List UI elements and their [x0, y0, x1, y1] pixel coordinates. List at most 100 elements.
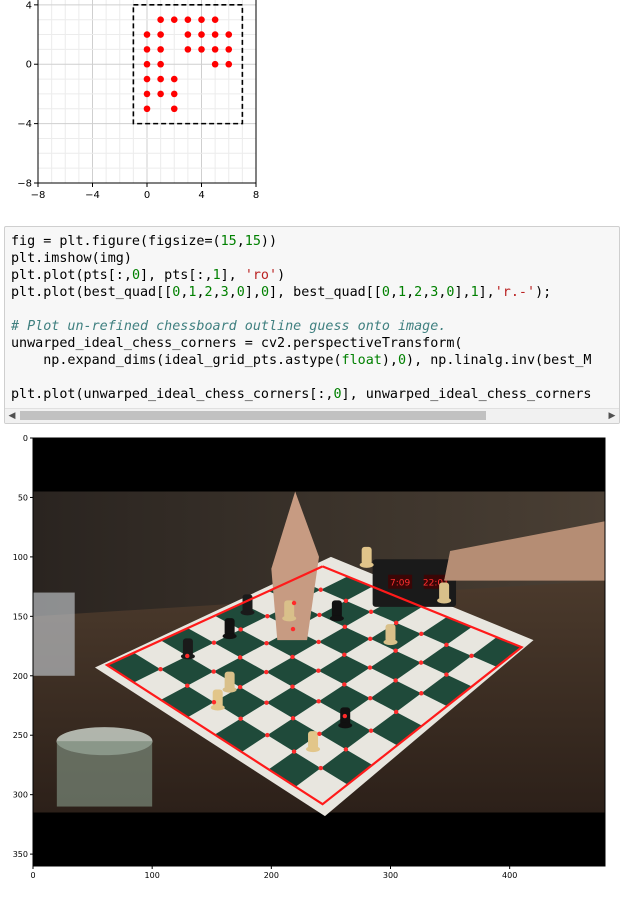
corner-dot — [316, 639, 321, 645]
corner-dot — [291, 600, 297, 606]
canister — [33, 592, 75, 676]
scatter-point — [170, 16, 178, 23]
code-line: fig = plt.figure(figsize=(15,15)) — [11, 233, 591, 250]
scroll-right-arrow-icon[interactable]: ▶ — [605, 409, 619, 423]
scatter-point — [157, 31, 164, 38]
code-token: unwarped_ideal_chess_corners = cv2.persp… — [11, 336, 463, 351]
code-token: 0 — [131, 268, 140, 283]
corner-dot — [291, 749, 297, 754]
scatter-point — [211, 31, 219, 38]
corner-dot — [342, 682, 347, 687]
corner-dot — [185, 683, 190, 688]
x-tick-label: 100 — [145, 871, 160, 880]
scrollbar-thumb[interactable] — [20, 411, 486, 420]
scroll-left-arrow-icon[interactable]: ◀ — [5, 409, 19, 423]
chess-piece-base — [240, 609, 255, 616]
code-editor[interactable]: fig = plt.figure(figsize=(15,15)) plt.ims… — [11, 233, 591, 403]
chess-piece-base — [338, 722, 353, 729]
code-token: plt.plot(pts[:, — [11, 268, 132, 283]
code-token: plt.plot(unwarped_ideal_chess_corners[:, — [11, 387, 334, 402]
scatter-point — [143, 75, 151, 83]
y-tick-label: 300 — [13, 791, 28, 800]
code-token: , — [389, 285, 398, 300]
chess-piece-base — [222, 686, 237, 693]
corner-dot — [264, 700, 269, 705]
container-body — [56, 741, 153, 807]
scatter-point — [157, 60, 164, 68]
code-token: ], unwarped_ideal_chess_corners — [341, 387, 592, 402]
code-token: ], best_quad[[ — [269, 285, 382, 300]
corner-dot — [444, 642, 449, 648]
code-token: 0 — [333, 387, 342, 402]
scatter-point — [143, 60, 151, 68]
corner-dot — [419, 691, 424, 696]
corner-dot — [158, 667, 163, 672]
code-token: ], — [454, 285, 471, 300]
code-token: 0 — [397, 353, 407, 368]
code-token: 0 — [381, 285, 390, 300]
scatter-point — [225, 60, 233, 68]
corner-dot — [393, 709, 399, 715]
code-token: ), np.linalg.inv(best_M — [406, 353, 592, 368]
y-tick-label: 4 — [26, 0, 32, 11]
corner-dot — [237, 655, 243, 660]
corner-dot — [318, 587, 323, 592]
corner-dot — [419, 631, 424, 637]
scatter-point — [184, 46, 192, 53]
corner-dot — [264, 641, 269, 646]
corner-dot — [211, 669, 216, 674]
chess-piece-base — [383, 639, 398, 646]
code-token: # Plot un-refined chessboard outline gue… — [11, 319, 447, 334]
scatter-point — [184, 31, 192, 38]
corner-dot — [317, 612, 322, 618]
code-token: 2 — [204, 285, 213, 300]
code-token: fig = plt.figure(figsize=( — [11, 234, 221, 249]
corner-dot — [368, 696, 373, 701]
code-token: 1 — [470, 285, 479, 300]
corner-dot — [368, 728, 374, 733]
code-token: 3 — [220, 285, 229, 300]
scatter-point — [225, 46, 233, 53]
chess-piece-base — [329, 615, 344, 622]
chessboard-image-plot: 7:09 22:01 0 100 200 300 400 0 50 100 150 200 250 30… — [0, 428, 628, 896]
corner-dot — [393, 678, 398, 683]
corner-dot — [342, 713, 348, 719]
y-tick-label: 200 — [13, 672, 28, 681]
code-line: plt.plot(unwarped_ideal_chess_corners[:,… — [11, 386, 591, 403]
code-token: , — [406, 285, 415, 300]
scatter-point — [170, 90, 178, 98]
code-token: , — [196, 285, 205, 300]
corner-dot — [290, 626, 296, 632]
corner-dot — [316, 699, 321, 704]
scatter-point — [211, 16, 219, 23]
code-token: 15 — [244, 234, 261, 249]
code-line: np.expand_dims(ideal_grid_pts.astype(flo… — [11, 352, 591, 369]
x-tick-label: −8 — [31, 190, 46, 201]
corner-dot — [342, 652, 347, 657]
x-tick-label: 4 — [198, 190, 204, 201]
x-tick-label: 400 — [502, 871, 517, 880]
y-tick-label: 250 — [13, 731, 28, 740]
code-token: , — [228, 285, 237, 300]
code-token: plt.imshow(img) — [11, 251, 132, 266]
corner-dot — [264, 669, 269, 675]
code-line: ​ — [11, 301, 591, 318]
code-token: np.expand_dims(ideal_grid_pts.astype( — [11, 353, 342, 368]
scatter-point — [225, 31, 233, 38]
x-tick-label: 0 — [144, 190, 150, 201]
corner-dot — [265, 614, 270, 619]
corner-dot — [290, 684, 295, 689]
chess-piece-base — [210, 704, 225, 711]
horizontal-scrollbar[interactable]: ◀ ▶ — [5, 408, 619, 423]
code-token: ], — [244, 285, 261, 300]
corner-dot — [290, 716, 296, 721]
scatter-point — [198, 46, 205, 53]
y-tick-label: 150 — [13, 612, 28, 621]
top-scatter-plot: −8 −4 0 4 8 4 0 −4 −8 — [0, 0, 628, 215]
corner-dot — [343, 747, 349, 752]
code-token: float — [341, 353, 382, 368]
corner-dot — [237, 684, 243, 690]
corner-dot — [290, 654, 295, 660]
code-token: plt.plot(best_quad[[ — [11, 285, 173, 300]
code-cell[interactable]: fig = plt.figure(figsize=(15,15)) plt.ims… — [4, 226, 620, 424]
